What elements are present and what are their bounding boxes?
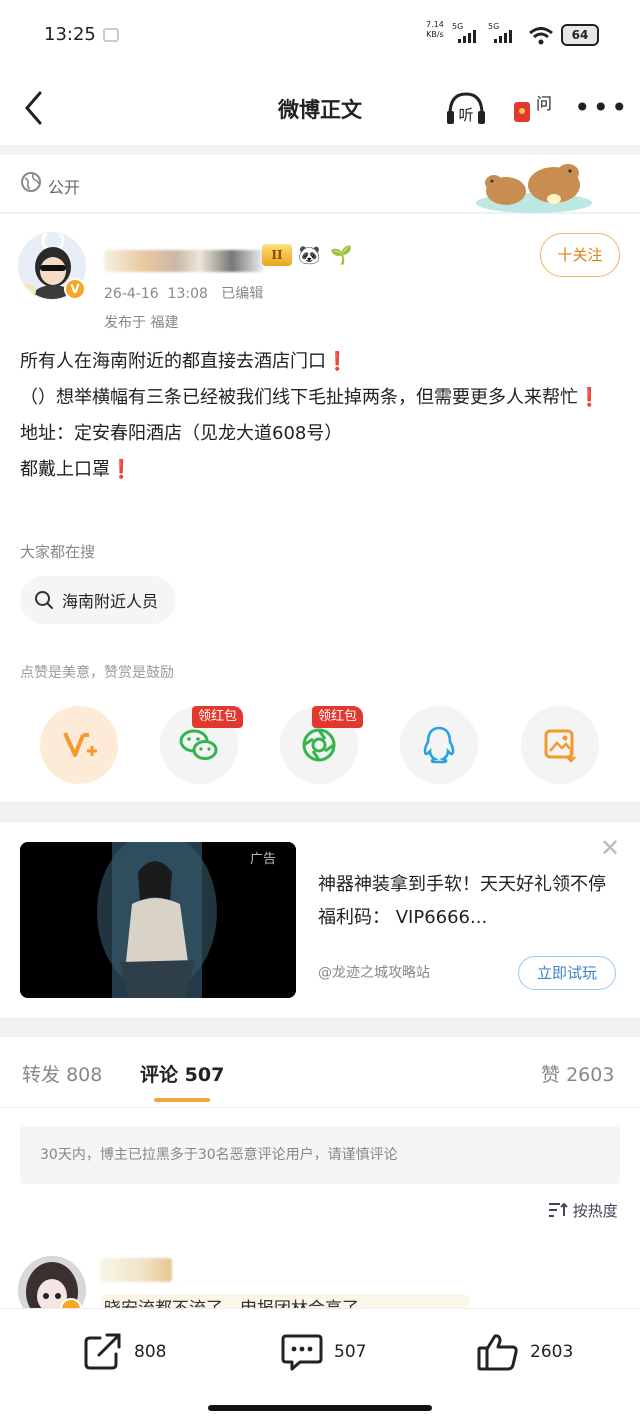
visibility-label: 公开 [48, 178, 81, 197]
notification-icon [103, 28, 119, 42]
search-icon [35, 591, 53, 609]
repost-icon [84, 1333, 121, 1370]
author-name-redacted[interactable] [104, 250, 264, 272]
post-line-text: 所有人在海南附近的都直接去酒店门口 [20, 351, 326, 372]
qq-icon [423, 726, 455, 764]
listen-headphone-icon[interactable]: 听 [444, 88, 488, 128]
image-download-icon [544, 729, 576, 763]
comment-icon [281, 1334, 323, 1371]
ad-source[interactable]: @龙迹之城攻略站 [318, 962, 430, 982]
tab-repost[interactable]: 转发 808 [22, 1060, 102, 1087]
post-content: 所有人在海南附近的都直接去酒店门口❗ （）想举横幅有三条已经被我们线下毛扯掉两条… [20, 344, 624, 488]
globe-icon [21, 172, 41, 192]
ad-text[interactable]: 神器神装拿到手软！天天好礼领不停 福利码： VIP6666... [318, 868, 618, 934]
wechat-icon [179, 729, 218, 760]
post-time: 13:08 [167, 286, 208, 302]
save-image-button[interactable] [521, 706, 599, 784]
post-date: 26-4-16 [104, 286, 159, 302]
ask-label: 问 [536, 94, 553, 113]
signal-icon-1 [458, 30, 476, 43]
home-indicator [208, 1405, 432, 1411]
sort-icon [549, 1202, 568, 1217]
level-badge: II [262, 244, 292, 266]
hot-search-chip[interactable]: 海南附近人员 [20, 576, 177, 624]
sort-button[interactable]: 按热度 [548, 1200, 618, 1221]
verified-badge: V [64, 278, 86, 300]
commenter-name-redacted[interactable] [100, 1258, 172, 1282]
red-exclamation-icon: ❗ [578, 387, 601, 408]
capybara-sticker-icon [476, 164, 592, 213]
reward-button[interactable] [40, 706, 118, 784]
bottom-like-count: 2603 [530, 1342, 574, 1362]
tab-comment[interactable]: 评论 507 [140, 1060, 224, 1087]
network-speed-value: 7.14 [426, 20, 444, 29]
battery-indicator: 64 [561, 24, 599, 46]
sort-label: 按热度 [572, 1202, 618, 1220]
ask-redpacket-button[interactable]: 问 [510, 88, 554, 128]
bottom-comment-button[interactable]: 507 [280, 1332, 366, 1372]
post-meta-time: 26-4-16 13:08 已编辑 [104, 283, 263, 303]
hot-search-text: 海南附近人员 [62, 592, 159, 611]
panda-icon: 🐼 [298, 245, 321, 266]
network-speed-unit: KB/s [426, 30, 444, 39]
post-line: （）想举横幅有三条已经被我们线下毛扯掉两条，但需要更多人来帮忙❗ [20, 380, 624, 416]
comment-notice: 30天内，博主已拉黑多于30名恶意评论用户，请谨慎评论 [20, 1126, 620, 1184]
post-line: 地址：定安春阳酒店（见龙大道608号） [20, 423, 343, 444]
thumbs-up-icon [477, 1334, 518, 1371]
signal-icon-2 [494, 30, 512, 43]
follow-button[interactable]: 十关注 [540, 233, 620, 277]
tab-repost-count: 808 [66, 1064, 103, 1086]
more-icon[interactable]: ••• [574, 94, 630, 122]
tab-like-count: 2603 [566, 1064, 615, 1086]
sprout-icon: 🌱 [330, 245, 353, 266]
hot-search-label: 大家都在搜 [20, 543, 96, 561]
post-location: 发布于 福建 [104, 315, 179, 331]
reward-v-icon [63, 732, 97, 757]
active-tab-underline [154, 1098, 210, 1102]
bottom-repost-button[interactable]: 808 [82, 1332, 166, 1372]
network-speed: 7.14 KB/s [426, 20, 444, 40]
edited-label: 已编辑 [221, 286, 264, 302]
post-line-text: （）想举横幅有三条已经被我们线下毛扯掉两条，但需要更多人来帮忙 [20, 387, 578, 408]
post-line: 所有人在海南附近的都直接去酒店门口❗ [20, 344, 624, 380]
red-packet-tag: 领红包 [192, 706, 244, 728]
bottom-repost-count: 808 [134, 1342, 167, 1362]
tab-comment-label: 评论 [140, 1064, 179, 1086]
svg-text:听: 听 [458, 106, 473, 124]
share-qq-button[interactable] [400, 706, 478, 784]
wifi-icon [529, 27, 553, 45]
ad-try-button[interactable]: 立即试玩 [518, 956, 616, 990]
post-line: 都戴上口罩❗ [20, 452, 624, 488]
post-line-text: 都戴上口罩 [20, 459, 110, 480]
bottom-comment-count: 507 [334, 1342, 367, 1362]
tab-repost-label: 转发 [22, 1064, 61, 1086]
like-reward-note: 点赞是美意，赞赏是鼓励 [20, 665, 174, 681]
close-icon[interactable]: ✕ [600, 836, 620, 860]
tab-divider [0, 1107, 640, 1108]
tab-like-label: 赞 [541, 1064, 561, 1086]
tab-comment-count: 507 [184, 1064, 225, 1086]
bottom-like-button[interactable]: 2603 [476, 1332, 573, 1372]
ad-label: 广告 [250, 852, 277, 867]
tab-like[interactable]: 赞 2603 [541, 1060, 614, 1087]
red-packet-tag: 领红包 [312, 706, 364, 728]
status-time: 13:25 [44, 24, 96, 45]
moments-icon [302, 728, 336, 762]
red-exclamation-icon: ❗ [326, 351, 349, 372]
red-exclamation-icon: ❗ [110, 459, 133, 480]
